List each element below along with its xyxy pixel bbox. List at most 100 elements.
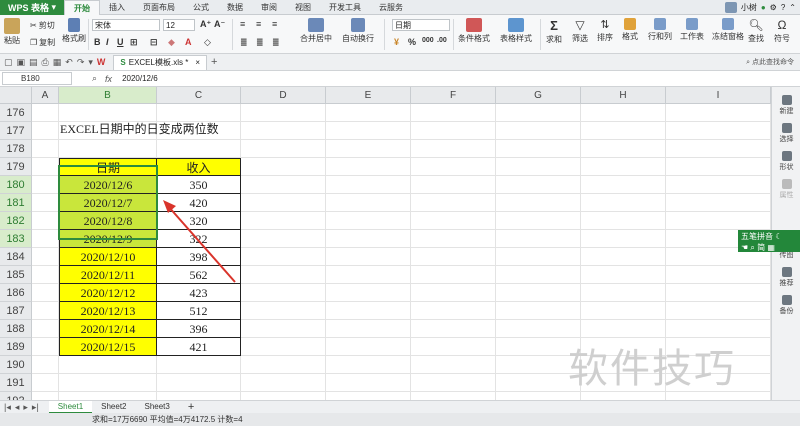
undo-icon[interactable]: ↶ xyxy=(65,57,73,68)
filter-button[interactable]: ▽ 筛选 xyxy=(572,18,588,44)
tab-review[interactable]: 审阅 xyxy=(252,0,286,15)
name-box[interactable]: B180 xyxy=(2,72,72,85)
table-style-button[interactable]: 表格样式 xyxy=(500,18,532,44)
sidebar-item-properties[interactable]: 属性 xyxy=(772,179,800,200)
find-label: 查找 xyxy=(748,34,764,43)
sidebar-item-shapes[interactable]: 形状 xyxy=(772,151,800,172)
worksheet-button[interactable]: 工作表 xyxy=(680,18,704,42)
formula-input[interactable]: 2020/12/6 xyxy=(122,74,158,83)
bold-icon[interactable]: B xyxy=(94,37,101,47)
tab-formulas[interactable]: 公式 xyxy=(184,0,218,15)
copy-button[interactable]: ❐ 复制 xyxy=(30,37,55,48)
shrink-font-icon[interactable]: A⁻ xyxy=(214,19,225,30)
sum-button[interactable]: Σ 求和 xyxy=(546,18,562,45)
thousands-icon[interactable]: 000 xyxy=(422,37,434,44)
increase-decimal-icon[interactable]: .00 xyxy=(437,37,447,44)
tab-developer[interactable]: 开发工具 xyxy=(320,0,370,15)
currency-icon[interactable]: ¥ xyxy=(394,37,399,47)
user-name[interactable]: 小树 xyxy=(741,2,757,13)
settings-icon[interactable]: ⚙ xyxy=(770,3,777,12)
document-tab-title: EXCEL模板.xls * xyxy=(128,58,189,67)
help-icon[interactable]: ? xyxy=(781,3,785,12)
skin-icon[interactable]: ● xyxy=(761,3,766,12)
sidebar-item-backup[interactable]: 备份 xyxy=(772,295,800,316)
font-color-icon[interactable]: A xyxy=(185,37,192,47)
sidebar-item-new[interactable]: 新建 xyxy=(772,95,800,116)
align-right-icon[interactable]: ≣ xyxy=(272,37,280,48)
wrap-text-button[interactable]: 自动换行 xyxy=(342,18,374,44)
preview-icon[interactable]: ▦ xyxy=(53,57,62,68)
format-painter-button[interactable]: 格式刷 xyxy=(62,18,86,44)
tab-page-layout[interactable]: 页面布局 xyxy=(134,0,184,15)
italic-icon[interactable]: I xyxy=(106,37,109,47)
new-tab-icon[interactable]: + xyxy=(211,56,217,68)
prev-sheet-icon[interactable]: ◂ xyxy=(15,402,20,413)
symbol-button[interactable]: Ω 符号 xyxy=(774,18,790,44)
conditional-format-button[interactable]: 条件格式 xyxy=(458,18,490,44)
align-middle-icon[interactable]: ≡ xyxy=(256,19,261,29)
align-left-icon[interactable]: ≣ xyxy=(240,37,248,48)
merge-center-button[interactable]: 合并居中 xyxy=(300,18,332,44)
tab-home[interactable]: 开始 xyxy=(64,0,100,15)
ime-toolbar[interactable]: 五笔拼音 ☾ ☚ ⌕ 简 ▦ xyxy=(738,230,800,252)
align-center-icon[interactable]: ≣ xyxy=(256,37,264,48)
sort-button[interactable]: ⇅ 排序 xyxy=(597,18,613,43)
rows-cols-button[interactable]: 行和列 xyxy=(648,18,672,42)
align-bottom-icon[interactable]: ≡ xyxy=(272,19,277,29)
ribbon: 粘贴 ✂ 剪切 ❐ 复制 格式刷 宋体 12 A⁺ A⁻ B I U ⊞ ⊟ ◆ A… xyxy=(0,15,800,54)
number-format-select[interactable]: 日期 xyxy=(392,19,450,31)
find-button[interactable]: 🔍︎ 查找 xyxy=(748,18,764,44)
sheet-tab-2[interactable]: Sheet2 xyxy=(92,401,135,414)
cut-button[interactable]: ✂ 剪切 xyxy=(30,20,55,31)
dropdown-icon[interactable]: ▾ xyxy=(88,57,93,68)
open-file-icon[interactable]: ▣ xyxy=(17,57,26,68)
freeze-panes-button[interactable]: 冻结窗格 xyxy=(712,18,744,42)
fx-icon[interactable]: fx xyxy=(105,74,112,84)
underline-icon[interactable]: U xyxy=(117,37,124,47)
clear-format-icon[interactable]: ◇ xyxy=(204,37,211,48)
paste-button[interactable]: 粘贴 xyxy=(4,18,20,46)
font-name-select[interactable]: 宋体 xyxy=(92,19,160,31)
tab-view[interactable]: 视图 xyxy=(286,0,320,15)
save-icon[interactable]: ▤ xyxy=(29,57,38,68)
tab-cloud[interactable]: 云服务 xyxy=(370,0,412,15)
fill-color-icon[interactable]: ◆ xyxy=(168,37,175,48)
grid-icon[interactable]: ⊟ xyxy=(150,37,158,48)
zoom-icon[interactable]: ⌕ xyxy=(92,73,97,84)
filter-icon: ▽ xyxy=(575,18,585,32)
add-sheet-button[interactable]: + xyxy=(179,401,203,414)
sheet-tab-1[interactable]: Sheet1 xyxy=(48,400,93,414)
font-size-select[interactable]: 12 xyxy=(163,19,195,31)
tab-data[interactable]: 数据 xyxy=(218,0,252,15)
grow-font-icon[interactable]: A⁺ xyxy=(200,19,211,30)
print-icon[interactable]: ⎙ xyxy=(42,57,49,68)
sidebar-item-label: 属性 xyxy=(779,192,794,199)
freeze-panes-icon xyxy=(722,18,734,30)
wps-icon[interactable]: W xyxy=(97,57,106,67)
conditional-format-icon xyxy=(466,18,482,32)
sum-icon: Σ xyxy=(550,18,558,33)
border-icon[interactable]: ⊞ xyxy=(130,37,138,48)
format-button[interactable]: 格式 xyxy=(622,18,638,42)
command-search[interactable]: ⌕ 点此查找命令 xyxy=(746,57,794,67)
tab-insert[interactable]: 插入 xyxy=(100,0,134,15)
app-logo[interactable]: WPS 表格 ▾ xyxy=(0,0,64,15)
merge-center-icon xyxy=(308,18,324,32)
percent-icon[interactable]: % xyxy=(408,37,416,47)
close-tab-icon[interactable]: × xyxy=(195,58,200,67)
document-tab[interactable]: S EXCEL模板.xls * × xyxy=(113,54,207,70)
sidebar-item-select[interactable]: 选择 xyxy=(772,123,800,144)
align-top-icon[interactable]: ≡ xyxy=(240,19,245,29)
redo-icon[interactable]: ↷ xyxy=(77,57,85,68)
first-sheet-icon[interactable]: |◂ xyxy=(4,402,11,413)
user-area: 小树 ● ⚙ ? ⌃ xyxy=(724,1,800,13)
separator xyxy=(384,19,385,50)
sheet-tab-3[interactable]: Sheet3 xyxy=(136,401,179,414)
sidebar-item-recommend[interactable]: 推荐 xyxy=(772,267,800,288)
avatar[interactable] xyxy=(724,1,737,13)
new-file-icon[interactable]: ▢ xyxy=(4,57,13,68)
status-bar: 求和=17万6690 平均值=4万4172.5 计数=4 xyxy=(0,413,800,426)
last-sheet-icon[interactable]: ▸| xyxy=(32,402,39,413)
next-sheet-icon[interactable]: ▸ xyxy=(23,402,28,413)
minimize-ribbon-icon[interactable]: ⌃ xyxy=(789,3,796,12)
